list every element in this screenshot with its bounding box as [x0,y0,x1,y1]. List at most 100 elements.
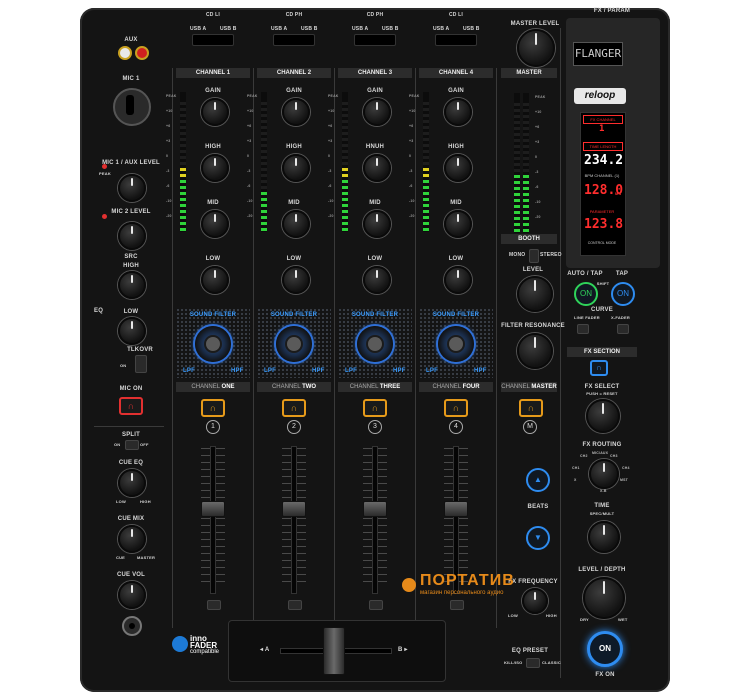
meter-segment [342,174,348,177]
mid-eq-knob[interactable] [363,210,391,238]
channel-cue-button[interactable]: ∩ [363,399,387,417]
meter-segment [342,210,348,213]
high-eq-knob[interactable] [444,154,472,182]
channel-cue-button[interactable]: ∩ [444,399,468,417]
low-eq-knob[interactable] [444,266,472,294]
high-eq-knob[interactable] [201,154,229,182]
meter-segment [423,186,429,189]
gain-knob[interactable] [282,98,310,126]
low-eq-knob[interactable] [363,266,391,294]
sound-filter-knob[interactable] [195,326,231,362]
talkover-switch[interactable] [135,355,147,373]
low-eq-knob[interactable] [282,266,310,294]
crossfader-assign-switch[interactable] [288,600,302,610]
line-fader-curve-switch[interactable] [577,324,589,334]
high-eq-knob[interactable] [363,154,391,182]
tap-text: ON [617,289,629,298]
master-cue-button[interactable]: ∩ [519,399,543,417]
innofader-logo-mid: FADER [190,641,218,650]
time-knob[interactable] [588,521,620,553]
sound-filter-knob[interactable] [357,326,393,362]
meter-segment [423,180,429,183]
sound-filter-knob[interactable] [438,326,474,362]
crossfader-assign-switch[interactable] [207,600,221,610]
fx-lcd-screen: FX CHANNEL 1 TIME LENGTH 234.2 BPM CHANN… [580,112,626,256]
eq-preset-switch[interactable] [526,658,540,668]
mono-stereo-switch[interactable] [529,249,539,263]
master-level-knob[interactable] [517,29,555,67]
low-eq-knob[interactable] [201,266,229,294]
meter-scale-label: -6 [409,184,413,188]
divider [496,68,497,628]
innofader-logo-bot: compatible [190,649,220,655]
fx-cue-button[interactable]: ∩ [590,360,608,376]
cue-eq-knob[interactable] [118,469,146,497]
mic-eq-label: EQ [94,308,104,314]
meter-segment [342,150,348,153]
line-fader-cap[interactable] [363,501,387,517]
meter-segment [523,229,529,232]
meter-segment [180,150,186,153]
meter-scale-label: +3 [535,140,540,144]
fx-routing-knob[interactable] [589,459,619,489]
mid-eq-knob[interactable] [444,210,472,238]
channel-number: 3 [368,420,382,434]
meter-segment [523,139,529,142]
mic1-xlr-jack[interactable] [113,88,151,126]
beats-down-button[interactable]: ▼ [526,526,550,550]
cue-vol-knob[interactable] [118,581,146,609]
meter-scale-label: -20 [166,214,172,218]
cue-mix-knob[interactable] [118,525,146,553]
tap-button[interactable]: ON [611,282,635,306]
high-eq-knob[interactable] [282,154,310,182]
auto-tap-button[interactable]: ON [574,282,598,306]
meter-scale-label: -20 [328,214,334,218]
mono-label: MONO [509,252,526,258]
filter-resonance-knob[interactable] [517,333,553,369]
meter-segment [261,108,267,111]
fx-select-knob[interactable] [586,399,620,433]
mic-low-knob[interactable] [118,317,146,345]
level-depth-knob[interactable] [583,577,625,619]
split-switch[interactable] [125,440,139,450]
meter-scale-label: -3 [328,169,332,173]
meter-segment [523,115,529,118]
sound-filter-knob[interactable] [276,326,312,362]
crossfader-b-label: B ▸ [398,647,408,653]
aux-right-jack[interactable] [135,46,149,60]
channel-cue-button[interactable]: ∩ [282,399,306,417]
meter-segment [514,199,520,202]
mic-high-knob[interactable] [118,271,146,299]
channel-cue-button[interactable]: ∩ [201,399,225,417]
line-fader-cap[interactable] [201,501,225,517]
input-selector-switch[interactable] [354,34,396,46]
input-selector-switch[interactable] [192,34,234,46]
line-fader-cap[interactable] [282,501,306,517]
mic2-level-knob[interactable] [118,222,146,250]
meter-segment [180,126,186,129]
headphone-jack[interactable] [122,616,142,636]
meter-segment [423,210,429,213]
fx-on-button[interactable]: ON [587,631,623,667]
gain-knob[interactable] [444,98,472,126]
level-depth-label: LEVEL / DEPTH [578,567,626,573]
sound-filter-label: SOUND FILTER [432,312,480,318]
line-fader-cap[interactable] [444,501,468,517]
booth-level-knob[interactable] [517,276,553,312]
mic-on-button[interactable]: ∩ [119,397,143,415]
crossfader-cap[interactable] [323,627,345,675]
mic-aux-level-knob[interactable] [118,174,146,202]
aux-left-jack[interactable] [118,46,132,60]
mid-eq-knob[interactable] [282,210,310,238]
meter-segment [261,132,267,135]
input-selector-switch[interactable] [273,34,315,46]
crossfader-assign-switch[interactable] [369,600,383,610]
gain-knob[interactable] [363,98,391,126]
meter-segment [423,204,429,207]
gain-knob[interactable] [201,98,229,126]
beats-up-button[interactable]: ▲ [526,468,550,492]
mid-eq-knob[interactable] [201,210,229,238]
x-fader-curve-switch[interactable] [617,324,629,334]
input-selector-switch[interactable] [435,34,477,46]
crossfader-assign-switch[interactable] [450,600,464,610]
